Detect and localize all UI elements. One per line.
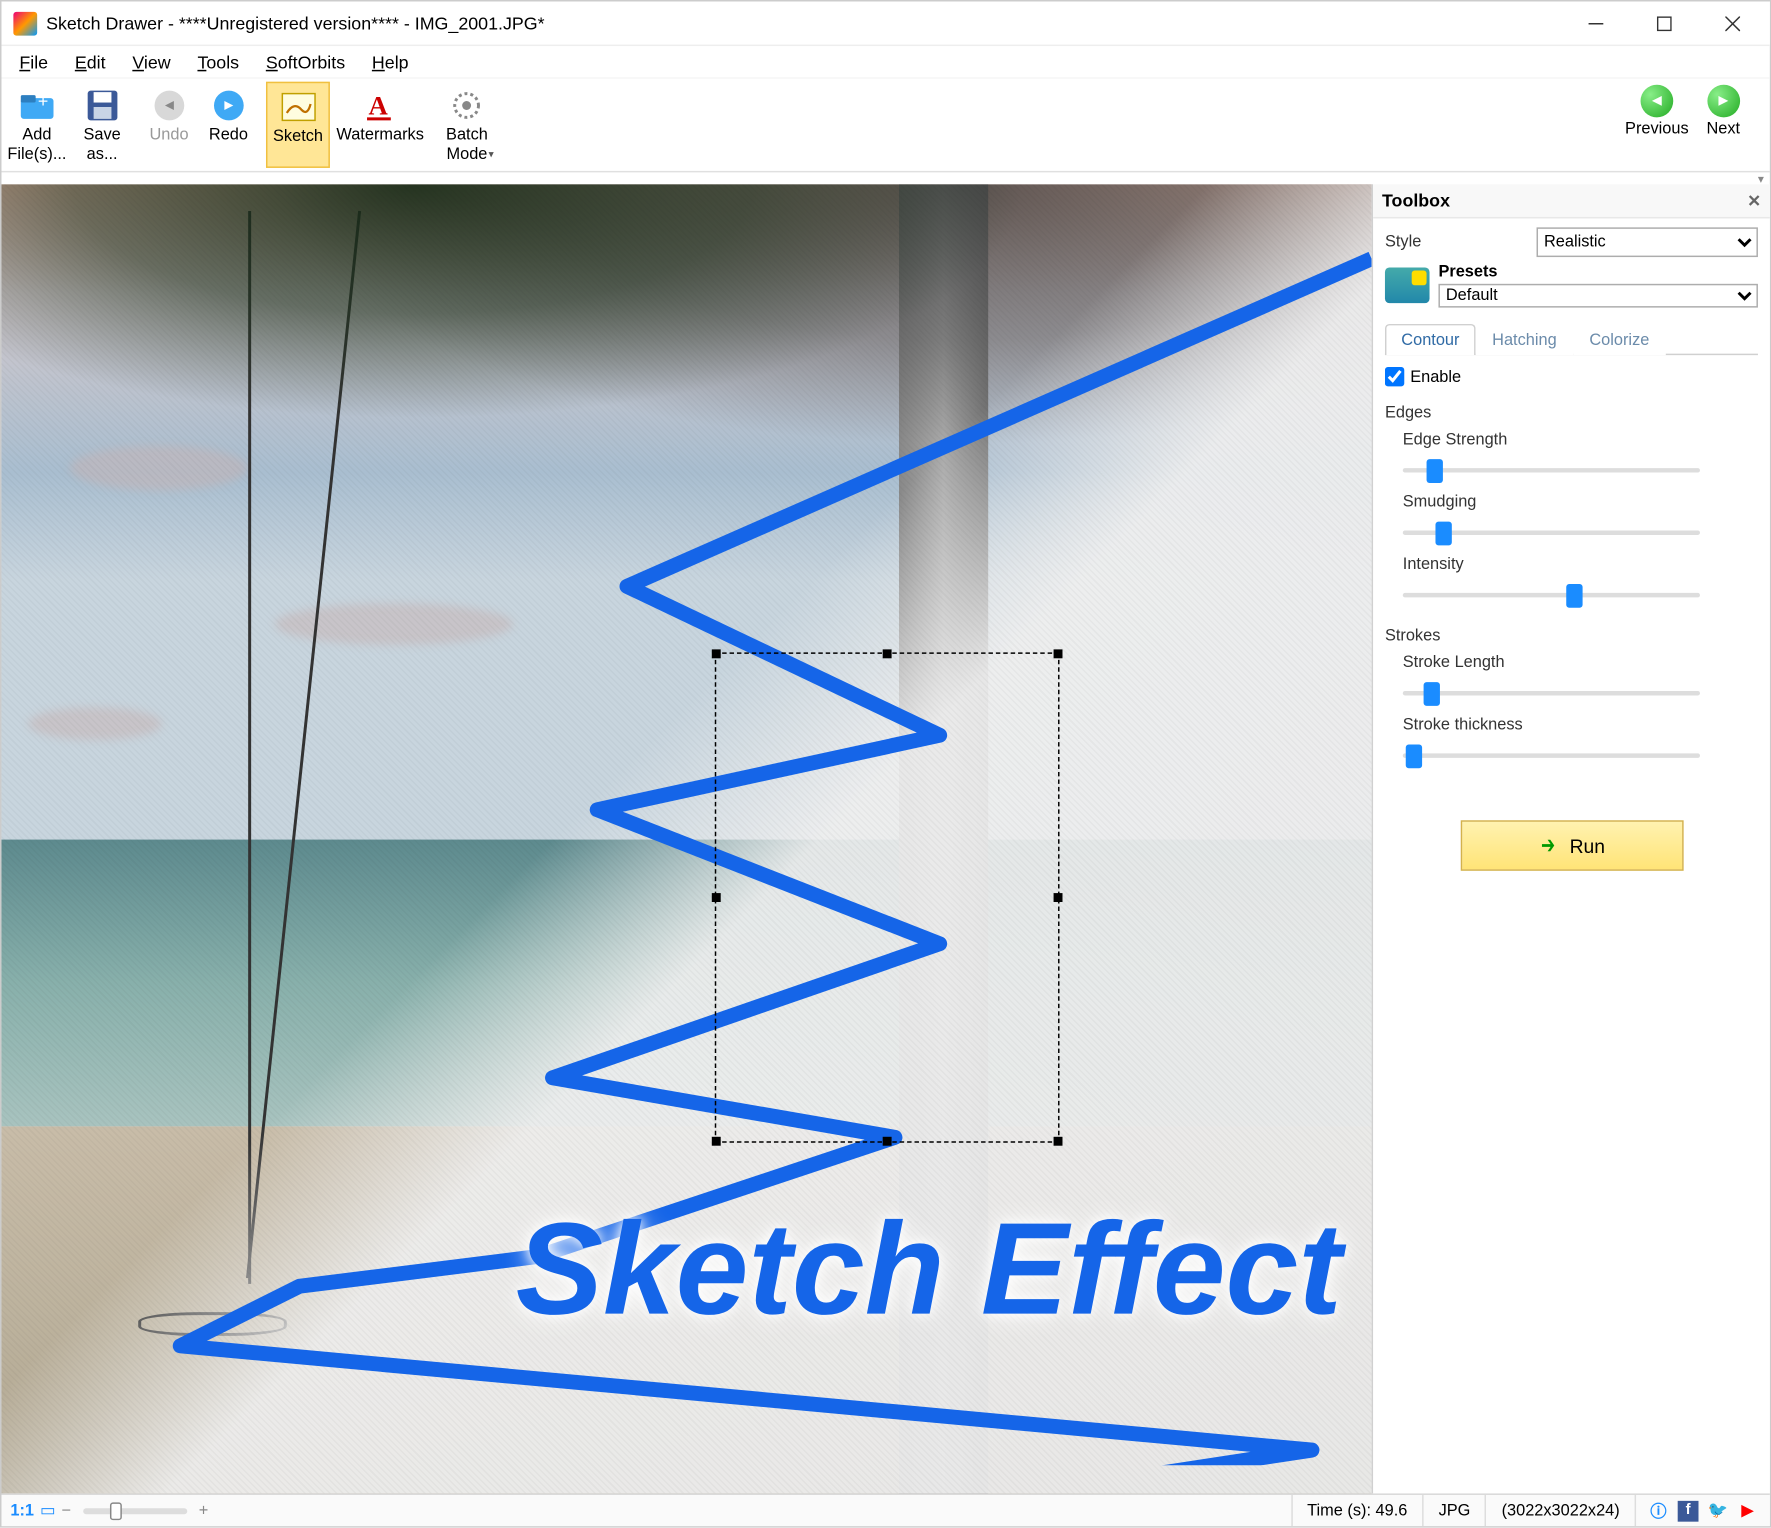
- canvas-area[interactable]: Sketch Effect: [1, 184, 1371, 1493]
- intensity-label: Intensity: [1403, 556, 1758, 574]
- toolbox-panel: Toolbox ✕ Style Realistic Presets Defaul…: [1372, 184, 1770, 1493]
- tab-colorize[interactable]: Colorize: [1573, 324, 1666, 355]
- zoom-slider[interactable]: [83, 1508, 187, 1514]
- toolbox-close-icon[interactable]: ✕: [1747, 191, 1761, 210]
- tab-hatching[interactable]: Hatching: [1476, 324, 1573, 355]
- redo-button[interactable]: Redo: [199, 82, 258, 168]
- menu-softorbits[interactable]: SoftOrbits: [254, 48, 357, 75]
- undo-label: Undo: [149, 126, 188, 145]
- facebook-icon[interactable]: f: [1678, 1500, 1699, 1521]
- zoom-ratio[interactable]: 1:1: [10, 1502, 34, 1520]
- edge-strength-slider[interactable]: [1403, 455, 1700, 485]
- redo-label: Redo: [209, 126, 248, 145]
- close-button[interactable]: [1698, 1, 1766, 46]
- menu-file[interactable]: File: [7, 48, 60, 75]
- sketch-button[interactable]: Sketch: [266, 82, 331, 168]
- info-icon[interactable]: ⓘ: [1648, 1500, 1669, 1521]
- save-icon: [84, 88, 120, 124]
- batch-icon: [449, 88, 485, 124]
- chevron-down-icon: ▾: [488, 146, 493, 165]
- selection-rectangle[interactable]: [715, 652, 1060, 1142]
- redo-icon: [211, 88, 247, 124]
- next-button[interactable]: ► Next: [1706, 85, 1740, 168]
- maximize-button[interactable]: [1630, 1, 1698, 46]
- watermarks-button[interactable]: A Watermarks: [330, 82, 429, 168]
- presets-select[interactable]: Default: [1438, 284, 1757, 308]
- menu-edit[interactable]: Edit: [63, 48, 118, 75]
- overlay-text: Sketch Effect: [248, 1193, 1342, 1345]
- svg-text:A: A: [368, 90, 388, 120]
- save-as-button[interactable]: Save as...: [72, 82, 131, 168]
- statusbar: 1:1 ▭ − + Time (s): 49.6 JPG (3022x3022x…: [1, 1493, 1769, 1526]
- style-select[interactable]: Realistic: [1537, 227, 1758, 257]
- toolbox-tabs: Contour Hatching Colorize: [1385, 322, 1758, 355]
- app-icon: [13, 11, 37, 35]
- sketch-icon: [280, 89, 316, 125]
- add-files-icon: +: [19, 88, 55, 124]
- edge-strength-label: Edge Strength: [1403, 431, 1758, 449]
- run-label: Run: [1570, 834, 1605, 856]
- sketch-label: Sketch: [273, 128, 323, 147]
- next-label: Next: [1706, 120, 1740, 138]
- toolbar-overflow[interactable]: ▾: [1, 172, 1769, 184]
- menu-view[interactable]: View: [120, 48, 182, 75]
- strokes-group-title: Strokes: [1385, 627, 1758, 645]
- menu-tools[interactable]: Tools: [186, 48, 251, 75]
- enable-label: Enable: [1410, 368, 1461, 386]
- tab-contour[interactable]: Contour: [1385, 324, 1476, 355]
- status-format: JPG: [1422, 1495, 1485, 1526]
- batch-label: Batch Mode: [446, 126, 488, 165]
- titlebar: Sketch Drawer - ****Unregistered version…: [1, 1, 1769, 46]
- svg-text:+: +: [38, 91, 48, 111]
- undo-button[interactable]: Undo: [139, 82, 198, 168]
- youtube-icon[interactable]: ▶: [1737, 1500, 1758, 1521]
- save-as-label: Save as...: [83, 126, 120, 165]
- menu-help[interactable]: Help: [360, 48, 420, 75]
- stroke-thickness-label: Stroke thickness: [1403, 716, 1758, 734]
- toolbox-title: Toolbox: [1382, 190, 1450, 211]
- stroke-length-label: Stroke Length: [1403, 654, 1758, 672]
- toolbar: + Add File(s)... Save as... Undo Redo Sk…: [1, 79, 496, 171]
- presets-title: Presets: [1438, 263, 1757, 281]
- arrow-left-icon: ◄: [1640, 85, 1673, 118]
- enable-checkbox[interactable]: Enable: [1385, 367, 1758, 386]
- run-button[interactable]: ➔ Run: [1460, 820, 1683, 871]
- stroke-length-slider[interactable]: [1403, 678, 1700, 708]
- smudging-slider[interactable]: [1403, 517, 1700, 547]
- minimize-button[interactable]: [1562, 1, 1630, 46]
- batch-mode-button[interactable]: Batch Mode ▾: [437, 82, 496, 168]
- status-time: Time (s): 49.6: [1291, 1495, 1422, 1526]
- add-files-button[interactable]: + Add File(s)...: [1, 82, 72, 168]
- fit-to-screen-icon[interactable]: ▭: [40, 1501, 55, 1520]
- intensity-slider[interactable]: [1403, 580, 1700, 610]
- menubar: File Edit View Tools SoftOrbits Help: [1, 46, 1769, 79]
- undo-icon: [151, 88, 187, 124]
- watermarks-label: Watermarks: [336, 126, 423, 145]
- add-files-label: Add File(s)...: [7, 126, 66, 165]
- edges-group-title: Edges: [1385, 404, 1758, 422]
- smudging-label: Smudging: [1403, 493, 1758, 511]
- watermarks-icon: A: [362, 88, 398, 124]
- enable-checkbox-input[interactable]: [1385, 367, 1404, 386]
- presets-icon: [1385, 267, 1430, 303]
- window-title: Sketch Drawer - ****Unregistered version…: [46, 13, 1562, 34]
- status-dimensions: (3022x3022x24): [1485, 1495, 1634, 1526]
- style-label: Style: [1385, 233, 1528, 251]
- previous-button[interactable]: ◄ Previous: [1625, 85, 1689, 168]
- twitter-icon[interactable]: 🐦: [1707, 1500, 1728, 1521]
- run-arrow-icon: ➔: [1541, 831, 1555, 861]
- arrow-right-icon: ►: [1707, 85, 1740, 118]
- stroke-thickness-slider[interactable]: [1403, 740, 1700, 770]
- prev-label: Previous: [1625, 120, 1689, 138]
